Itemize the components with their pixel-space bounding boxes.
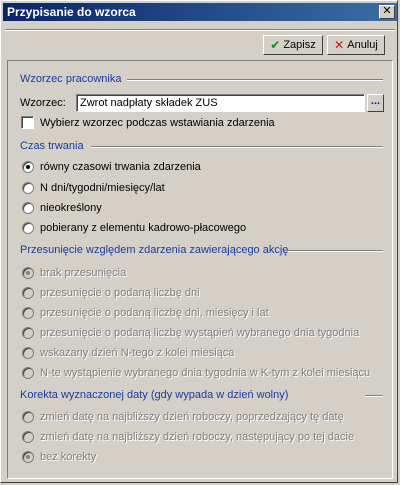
wzorzec-input[interactable]: Zwrot nadpłaty składek ZUS [76,94,365,112]
radio-label: zmień datę na najbliższy dzień roboczy, … [40,411,344,423]
window-title: Przypisanie do wzorca [7,5,136,19]
section-czas-title: Czas trwania [20,140,84,152]
save-label: Zapisz [283,39,316,51]
radio-button[interactable] [22,182,34,194]
dialog-window: Przypisanie do wzorca ✕ ✔ Zapisz ✕ Anulu… [0,0,398,483]
radio-korekta-2: bez korekty [22,451,96,463]
radio-label: przesunięcie o podaną liczbę wystąpień w… [40,327,360,339]
radio-button[interactable] [22,202,34,214]
radio-label: N dni/tygodni/miesięcy/lat [40,182,165,194]
section-korekta-divider [365,395,383,397]
radio-label: wskazany dzień N-tego z kolei miesiąca [40,347,235,359]
cancel-button[interactable]: ✕ Anuluj [327,35,385,55]
section-korekta-title: Korekta wyznaczonej daty (gdy wypada w d… [20,389,289,401]
title-bar[interactable]: Przypisanie do wzorca ✕ [3,3,397,21]
radio-button-selected[interactable] [22,161,34,173]
radio-button-selected [22,451,34,463]
radio-czas-2[interactable]: nieokreślony [22,202,102,214]
radio-przesuniecie-3: przesunięcie o podaną liczbę wystąpień w… [22,327,359,339]
section-przesuniecie-title: Przesunięcie względem zdarzenia zawieraj… [20,244,289,256]
radio-label: pobierany z elementu kadrowo-płacowego [40,222,247,234]
radio-przesuniecie-5: N-te wystąpienie wybranego dnia tygodnia… [22,367,370,379]
section-przesuniecie-divider [288,250,383,252]
cancel-label: Anuluj [347,39,378,51]
radio-czas-0[interactable]: równy czasowi trwania zdarzenia [22,161,201,173]
wzorzec-field-label: Wzorzec: [20,97,66,109]
toolbar-separator [5,29,395,31]
wzorzec-checkbox-row[interactable]: Wybierz wzorzec podczas wstawiania zdarz… [21,116,275,129]
radio-czas-1[interactable]: N dni/tygodni/miesięcy/lat [22,182,165,194]
radio-czas-3[interactable]: pobierany z elementu kadrowo-płacowego [22,222,246,234]
browse-button[interactable]: ... [367,94,384,112]
radio-korekta-0: zmień datę na najbliższy dzień roboczy, … [22,411,344,423]
radio-label: brak przesunięcia [40,267,127,279]
section-wzorzec-title: Wzorzec pracownika [20,73,122,85]
radio-przesuniecie-1: przesunięcie o podaną liczbę dni [22,287,200,299]
radio-label: przesunięcie o podaną liczbę dni [40,287,200,299]
radio-button [22,347,34,359]
radio-label: N-te wystąpienie wybranego dnia tygodnia… [40,367,371,379]
radio-button[interactable] [22,222,34,234]
wzorzec-checkbox-label: Wybierz wzorzec podczas wstawiania zdarz… [40,116,275,129]
radio-button [22,411,34,423]
radio-button [22,367,34,379]
section-czas-divider [91,146,383,148]
section-wzorzec-divider [127,79,383,81]
radio-przesuniecie-2: przesunięcie o podaną liczbę dni, miesię… [22,307,269,319]
radio-korekta-1: zmień datę na najbliższy dzień roboczy, … [22,431,354,443]
wzorzec-checkbox[interactable] [21,116,34,129]
close-button[interactable]: ✕ [379,5,395,19]
radio-button [22,287,34,299]
checkmark-icon: ✔ [270,38,281,52]
save-button[interactable]: ✔ Zapisz [263,35,323,55]
radio-button [22,307,34,319]
radio-label: nieokreślony [40,202,102,214]
radio-label: przesunięcie o podaną liczbę dni, miesię… [40,307,269,319]
radio-button [22,431,34,443]
radio-label: równy czasowi trwania zdarzenia [40,161,201,173]
x-icon: ✕ [334,38,345,52]
radio-przesuniecie-4: wskazany dzień N-tego z kolei miesiąca [22,347,234,359]
radio-button [22,327,34,339]
radio-button-selected [22,267,34,279]
radio-label: bez korekty [40,451,97,463]
radio-label: zmień datę na najbliższy dzień roboczy, … [40,431,355,443]
radio-przesuniecie-0: brak przesunięcia [22,267,126,279]
